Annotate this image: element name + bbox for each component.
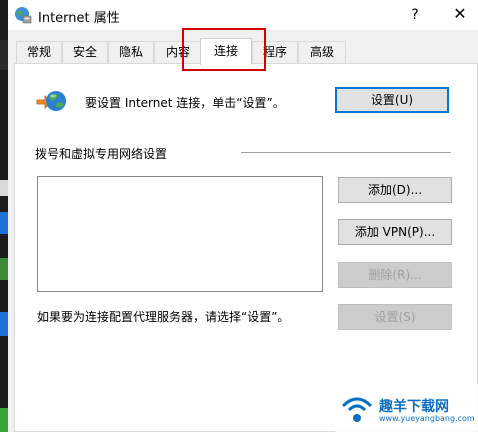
tab-programs[interactable]: 程序 [252,41,298,64]
tab-connections[interactable]: 连接 [200,38,252,65]
window-title: Internet 属性 [38,11,120,26]
sheep-logo-icon [341,397,373,422]
setup-instruction-text: 要设置 Internet 连接，单击“设置”。 [85,96,285,110]
watermark-url: www.yueyangbang.com [379,414,475,423]
title-bar: Internet 属性 ? ✕ [8,0,478,30]
lan-settings-button[interactable]: 设置(S) [338,304,452,330]
tab-privacy[interactable]: 隐私 [108,41,154,64]
tab-content[interactable]: 内容 [154,41,202,64]
site-watermark: 趣羊下载网 www.yueyangbang.com [335,384,478,432]
tab-advanced[interactable]: 高级 [298,41,346,64]
remove-button[interactable]: 删除(R)... [338,262,452,288]
help-button[interactable]: ? [404,4,426,26]
tab-security[interactable]: 安全 [62,41,108,64]
proxy-instruction-text: 如果要为连接配置代理服务器，请选择“设置”。 [37,310,290,324]
connections-panel: 要设置 Internet 连接，单击“设置”。 设置(U) 拨号和虚拟专用网络设… [14,63,478,432]
background-window-strip [0,0,8,432]
close-button[interactable]: ✕ [446,2,474,26]
tab-strip: 常规 安全 隐私 内容 连接 程序 高级 [8,38,478,65]
setup-button[interactable]: 设置(U) [335,87,449,113]
connections-listbox[interactable] [37,176,323,292]
add-vpn-button[interactable]: 添加 VPN(P)... [338,219,452,245]
internet-options-icon [15,7,32,24]
add-button[interactable]: 添加(D)... [338,177,452,203]
globe-connect-icon [36,91,66,111]
tab-general[interactable]: 常规 [16,41,62,64]
watermark-title: 趣羊下载网 [379,399,449,415]
section-divider [241,152,451,153]
dialup-vpn-section-label: 拨号和虚拟专用网络设置 [35,147,168,161]
